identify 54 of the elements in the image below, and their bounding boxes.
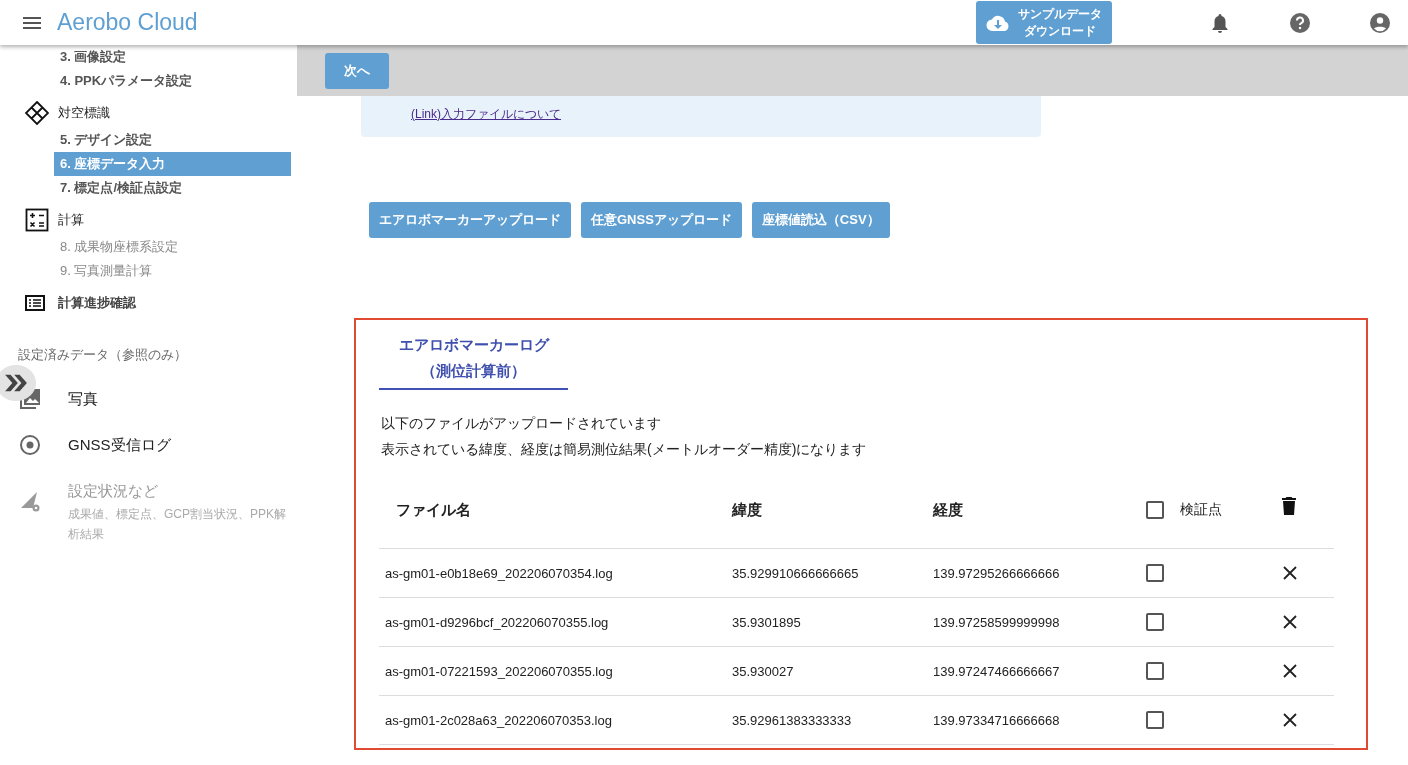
sidebar-data-item[interactable]: 写真 (68, 386, 98, 412)
sidebar-data-item[interactable]: GNSS受信ログ (68, 432, 171, 458)
table-cell-text: as-gm01-e0b18e69_202206070354.log (384, 565, 614, 581)
app-title: Aerobo Cloud (57, 9, 198, 36)
table-cell-text: 139.97334716666668 (933, 712, 1061, 728)
table-cell-text: as-gm01-07221593_202206070355.log (384, 663, 614, 679)
sidebar-section-title[interactable]: 計算 (58, 211, 84, 229)
diamond-grid-icon (25, 101, 49, 125)
table-cell-text: 139.97295266666666 (933, 565, 1061, 581)
info-text: 表示されている緯度、経度は簡易測位結果(メートルオーダー精度)になります (380, 440, 868, 459)
row-checkbox[interactable] (1146, 662, 1164, 680)
table-cell-text: 35.9301895 (732, 614, 802, 630)
sidebar-heading: 設定済みデータ（参照のみ） (18, 346, 188, 364)
table-cell-text: 139.97247466666667 (933, 663, 1061, 679)
sidebar-section-title[interactable]: 対空標識 (58, 104, 110, 122)
cloud-download-icon (986, 14, 1010, 31)
double-chevron-icon (3, 373, 29, 393)
row-checkbox[interactable] (1146, 711, 1164, 729)
close-icon[interactable] (1283, 566, 1297, 580)
table-cell-text: 35.92961383333333 (732, 712, 853, 728)
sidebar-step[interactable]: 5. デザイン設定 (54, 128, 291, 152)
row-checkbox[interactable] (1146, 564, 1164, 582)
sidebar-item-description: 成果値、標定点、GCP割当状況、PPK解析結果 (68, 506, 287, 543)
trash-icon[interactable] (1282, 497, 1296, 515)
info-text: 以下のファイルがアップロードされています (380, 414, 662, 433)
table-cell-text: 139.97258599999998 (933, 614, 1061, 630)
table-cell-text: as-gm01-d9296bcf_202206070355.log (384, 614, 610, 630)
help-icon[interactable] (1290, 12, 1310, 33)
radio-button-icon (19, 434, 41, 456)
expand-handle[interactable] (0, 365, 36, 401)
account-icon[interactable] (1370, 12, 1390, 33)
select-all-checkbox[interactable] (1146, 501, 1164, 519)
table-cell-text: 35.929910666666665 (732, 565, 860, 581)
sidebar-step[interactable]: 7. 標定点/検証点設定 (54, 176, 291, 200)
sidebar-step[interactable]: 4. PPKパラメータ設定 (54, 69, 291, 93)
sidebar-step[interactable]: 3. 画像設定 (54, 45, 291, 69)
close-icon[interactable] (1283, 664, 1297, 678)
column-header: 検証点 (1180, 501, 1222, 519)
calculator-icon (25, 208, 49, 232)
sidebar-section-title[interactable]: 計算進捗確認 (58, 294, 136, 312)
column-header: 緯度 (732, 500, 763, 520)
menu-icon[interactable] (23, 16, 41, 29)
bell-icon[interactable] (1210, 12, 1230, 33)
signal-gear-icon (19, 490, 41, 512)
table-cell-text: 35.930027 (732, 663, 795, 679)
close-icon[interactable] (1283, 615, 1297, 629)
close-icon[interactable] (1283, 713, 1297, 727)
list-icon (25, 295, 45, 311)
table-cell-text: as-gm01-2c028a63_202206070353.log (384, 712, 613, 728)
column-header: 経度 (933, 500, 964, 520)
log-tab[interactable]: エアロボマーカーログ （測位計算前） (379, 328, 568, 390)
input-file-link[interactable]: (Link)入力ファイルについて (411, 107, 561, 121)
row-checkbox[interactable] (1146, 613, 1164, 631)
column-header: ファイル名 (395, 500, 472, 520)
